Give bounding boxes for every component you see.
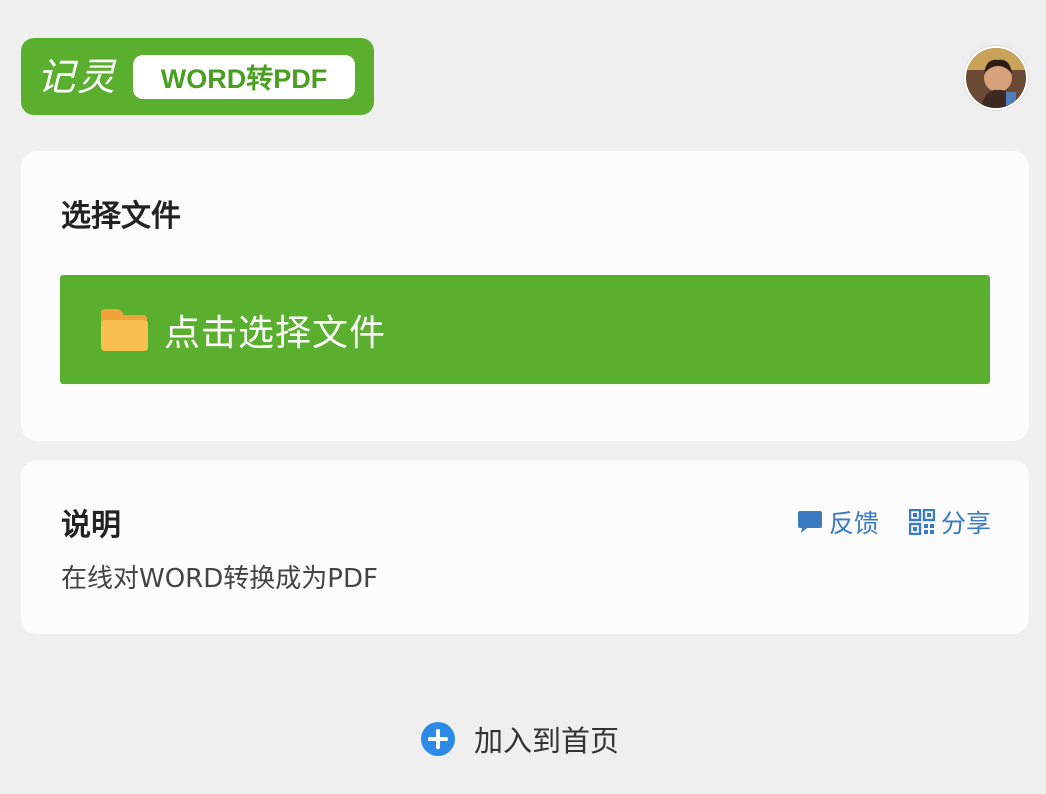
feedback-link[interactable]: 反馈 <box>797 504 879 540</box>
add-to-home-button[interactable]: 加入到首页 <box>420 718 619 760</box>
page: 记灵 WORD转PDF 选择文件 点击选择文件 说明 反馈 分享 在线对WORD… <box>0 0 1046 794</box>
share-link[interactable]: 分享 <box>908 504 991 540</box>
brand-name: 记灵 <box>37 54 118 99</box>
info-description: 在线对WORD转换成为PDF <box>61 564 378 594</box>
feedback-label: 反馈 <box>828 509 879 538</box>
add-to-home-label: 加入到首页 <box>474 724 620 758</box>
brand-logo[interactable]: 记灵 WORD转PDF <box>21 38 374 115</box>
qr-code-icon <box>908 509 935 535</box>
folder-icon <box>101 308 148 351</box>
plus-circle-icon <box>421 722 455 756</box>
select-file-title: 选择文件 <box>61 199 181 234</box>
info-title: 说明 <box>61 508 121 543</box>
avatar[interactable] <box>964 46 1028 110</box>
select-file-label: 点击选择文件 <box>164 312 387 354</box>
info-card: 说明 反馈 分享 在线对WORD转换成为PDF <box>21 460 1029 634</box>
info-actions: 反馈 分享 <box>797 504 991 540</box>
chat-bubble-icon <box>797 511 822 533</box>
select-file-card: 选择文件 点击选择文件 <box>21 151 1029 441</box>
brand-badge: WORD转PDF <box>133 54 356 99</box>
share-label: 分享 <box>940 509 991 538</box>
avatar-image <box>966 48 1026 108</box>
select-file-button[interactable]: 点击选择文件 <box>60 275 990 384</box>
